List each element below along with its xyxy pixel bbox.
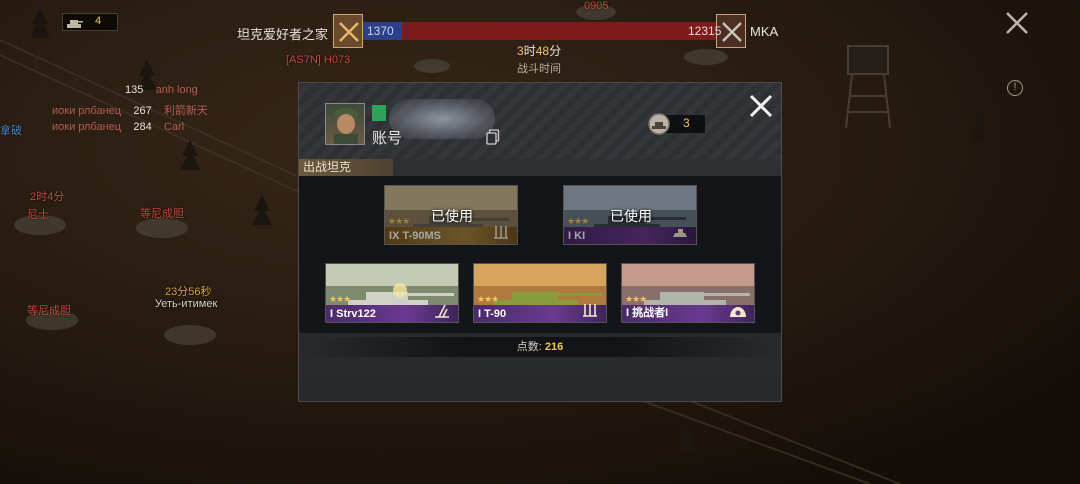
right-guild-score: 12315 <box>688 24 722 38</box>
tank-list: ★★★ IX T-90MS 已使用 ★★★ I KI 已使用 ★★★ I Str… <box>299 176 781 333</box>
tank-stars: ★★★ <box>329 294 351 304</box>
left-guild-flag-icon <box>333 14 363 48</box>
points-label: 点数: <box>516 341 542 353</box>
blurred-player-name <box>389 99 495 139</box>
used-label: 已使用 <box>610 208 652 224</box>
map-unit-label[interactable]: 0905 <box>584 0 608 12</box>
resource-counter[interactable] <box>62 13 118 31</box>
tank-destroyer-icon <box>583 304 597 317</box>
left-guild-name: 坦克爱好者之家 <box>237 27 329 42</box>
tank-name: I 挑战者I <box>626 307 669 319</box>
tank-icon <box>67 20 83 28</box>
used-label: 已使用 <box>431 208 473 224</box>
map-timer-label: 2时4分 <box>30 191 65 203</box>
account-label: 账号 <box>372 130 403 147</box>
left-guild-score: 1370 <box>367 24 394 38</box>
battle-time: 3时48分 <box>517 44 562 58</box>
map-unit-label[interactable]: Уеть-итимек <box>155 298 217 310</box>
ranking-row: 135 anh long <box>125 84 198 96</box>
tank-card[interactable]: ★★★ IX T-90MS 已使用 <box>384 185 518 245</box>
map-timer-label: 23分56秒 <box>165 286 212 298</box>
tank-card[interactable]: ★★★ I 挑战者I <box>621 263 755 323</box>
info-icon[interactable]: ! <box>1007 80 1023 96</box>
tank-card[interactable]: ★★★ I KI 已使用 <box>563 185 697 245</box>
ranking-row: иоки рлбанец 267 利箭新天 <box>52 105 208 117</box>
score-bar <box>362 22 718 40</box>
heavy-tank-icon <box>730 307 746 317</box>
medal-icon <box>648 113 670 135</box>
close-icon[interactable] <box>746 91 776 121</box>
rank-badge-icon <box>372 105 386 121</box>
map-unit-label[interactable]: 等尼成胆 <box>27 302 71 318</box>
tank-card[interactable]: ★★★ I T-90 <box>473 263 607 323</box>
artillery-icon <box>435 304 449 318</box>
map-unit-label[interactable]: 尼士 <box>27 206 49 222</box>
medal-count: 3 <box>683 116 690 130</box>
battle-time-label: 战斗时间 <box>517 63 561 75</box>
tank-stars: ★★★ <box>477 294 499 304</box>
section-label: 出战坦克 <box>299 159 393 176</box>
ranking-row: иоки рлбанец 284 Carl <box>52 121 185 133</box>
map-unit-label[interactable]: 拿破 <box>0 122 22 138</box>
map-unit-label[interactable]: [AS7N] Н073 <box>286 54 350 66</box>
avatar[interactable] <box>325 103 365 145</box>
close-icon[interactable] <box>1003 9 1031 37</box>
player-info-dialog: 账号 3 出战坦克 ★★★ IX T-90MS 已使用 ★★★ I KI 已使用… <box>298 82 782 402</box>
right-guild-name: MKA <box>750 24 779 39</box>
tank-name: I T-90 <box>478 308 507 320</box>
resource-count: 4 <box>95 15 102 27</box>
tank-name: I Strv122 <box>330 308 376 320</box>
points-bar: 点数: 216 <box>299 337 781 357</box>
tank-card[interactable]: ★★★ I Strv122 <box>325 263 459 323</box>
map-unit-label[interactable]: 等尼成胆 <box>140 205 184 221</box>
points-value: 216 <box>544 341 564 353</box>
copy-icon[interactable] <box>486 129 500 145</box>
